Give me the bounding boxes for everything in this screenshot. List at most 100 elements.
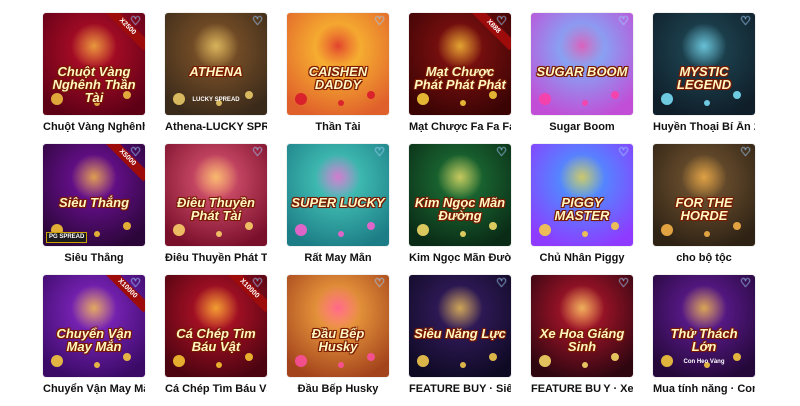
art-glow bbox=[437, 285, 483, 331]
favorite-heart-icon[interactable]: ♡ bbox=[373, 277, 386, 290]
game-art-title: Thử Thách Lớn bbox=[670, 326, 738, 354]
game-thumbnail[interactable]: ATHENA LUCKY SPREAD ♡ bbox=[165, 13, 267, 115]
game-thumbnail[interactable]: Siêu Năng Lực ♡ bbox=[409, 275, 511, 377]
art-glow bbox=[315, 154, 361, 200]
game-thumbnail[interactable]: Mạt Chược Phát Phát Phát X888 ♡ bbox=[409, 13, 511, 115]
game-art-title: FOR THE HORDE bbox=[675, 195, 733, 223]
favorite-heart-icon[interactable]: ♡ bbox=[495, 15, 508, 28]
game-thumbnail[interactable]: MYSTIC LEGEND ♡ bbox=[653, 13, 755, 115]
game-art-title: Kim Ngọc Mãn Đường bbox=[414, 195, 506, 223]
game-caption[interactable]: Rất May Mắn bbox=[287, 252, 389, 275]
art-coin bbox=[661, 224, 673, 236]
game-thumbnail[interactable]: SUPER LUCKY ♡ bbox=[287, 144, 389, 246]
favorite-heart-icon[interactable]: ♡ bbox=[617, 277, 630, 290]
favorite-heart-icon[interactable]: ♡ bbox=[739, 146, 752, 159]
game-thumbnail[interactable]: Điêu Thuyền Phát Tài ♡ bbox=[165, 144, 267, 246]
art-glow bbox=[71, 23, 117, 69]
art-glow bbox=[193, 285, 239, 331]
art-glow bbox=[559, 154, 605, 200]
game-thumbnail[interactable]: Xe Hoa Giáng Sinh ♡ bbox=[531, 275, 633, 377]
favorite-heart-icon[interactable]: ♡ bbox=[373, 146, 386, 159]
game-thumbnail[interactable]: Chuột Vàng Nghênh Thần Tài X2500 ♡ bbox=[43, 13, 145, 115]
art-glow bbox=[315, 285, 361, 331]
game-caption[interactable]: Thần Tài bbox=[287, 121, 389, 144]
game-caption[interactable]: FEATURE BUY · Siê bbox=[409, 383, 511, 406]
favorite-heart-icon[interactable]: ♡ bbox=[373, 15, 386, 28]
game-art-title: CAISHEN DADDY bbox=[308, 64, 368, 92]
favorite-heart-icon[interactable]: ♡ bbox=[495, 146, 508, 159]
provider-badge: PG SPREAD bbox=[46, 232, 88, 243]
game-art-title: Siêu Năng Lực bbox=[414, 326, 506, 341]
game-thumbnail[interactable]: CAISHEN DADDY ♡ bbox=[287, 13, 389, 115]
art-glow bbox=[681, 154, 727, 200]
art-glow bbox=[681, 285, 727, 331]
favorite-heart-icon[interactable]: ♡ bbox=[739, 277, 752, 290]
game-art-title: SUPER LUCKY bbox=[291, 195, 385, 210]
game-art-title: Điêu Thuyền Phát Tài bbox=[176, 195, 255, 223]
game-art-title: PIGGY MASTER bbox=[554, 195, 610, 223]
favorite-heart-icon[interactable]: ♡ bbox=[739, 15, 752, 28]
game-thumbnail[interactable]: Cá Chép Tìm Báu Vật X10000 ♡ bbox=[165, 275, 267, 377]
art-coin bbox=[417, 355, 429, 367]
game-caption[interactable]: Chuyển Vận May Mắ bbox=[43, 383, 145, 406]
game-thumbnail[interactable]: Kim Ngọc Mãn Đường ♡ bbox=[409, 144, 511, 246]
art-glow bbox=[71, 154, 117, 200]
game-thumbnail[interactable]: PIGGY MASTER ♡ bbox=[531, 144, 633, 246]
art-glow bbox=[193, 154, 239, 200]
game-caption[interactable]: Huyền Thoại Bí Ẩn 2 bbox=[653, 121, 755, 144]
game-caption[interactable]: Kim Ngọc Mãn Đườ bbox=[409, 252, 511, 275]
game-caption[interactable]: Cá Chép Tìm Báu Vậ bbox=[165, 383, 267, 406]
favorite-heart-icon[interactable]: ♡ bbox=[617, 146, 630, 159]
favorite-heart-icon[interactable]: ♡ bbox=[251, 15, 264, 28]
game-caption[interactable]: Sugar Boom bbox=[531, 121, 633, 144]
game-thumbnail[interactable]: Chuyển Vận May Mắn X10000 ♡ bbox=[43, 275, 145, 377]
art-coin bbox=[539, 224, 551, 236]
game-caption[interactable]: Siêu Thắng bbox=[43, 252, 145, 275]
game-art-title: MYSTIC LEGEND bbox=[676, 64, 732, 92]
game-caption[interactable]: FEATURE BU Y · Xe bbox=[531, 383, 633, 406]
game-caption[interactable]: cho bộ tộc bbox=[653, 252, 755, 275]
art-glow bbox=[437, 154, 483, 200]
game-caption[interactable]: Athena-LUCKY SPR bbox=[165, 121, 267, 144]
game-thumbnail[interactable]: FOR THE HORDE ♡ bbox=[653, 144, 755, 246]
favorite-heart-icon[interactable]: ♡ bbox=[129, 15, 142, 28]
game-caption[interactable]: Mua tính năng · Con bbox=[653, 383, 755, 406]
art-coin bbox=[417, 224, 429, 236]
favorite-heart-icon[interactable]: ♡ bbox=[251, 277, 264, 290]
game-caption[interactable]: Chuột Vàng Nghênh bbox=[43, 121, 145, 144]
art-coin bbox=[539, 93, 551, 105]
art-coin bbox=[295, 355, 307, 367]
game-grid: Chuột Vàng Nghênh Thần Tài X2500 ♡ Chuột Và… bbox=[43, 13, 755, 406]
art-glow bbox=[681, 23, 727, 69]
art-coin bbox=[417, 93, 429, 105]
game-art-subtitle: LUCKY SPREAD bbox=[192, 97, 240, 103]
favorite-heart-icon[interactable]: ♡ bbox=[495, 277, 508, 290]
art-coin bbox=[661, 93, 673, 105]
favorite-heart-icon[interactable]: ♡ bbox=[129, 146, 142, 159]
game-thumbnail[interactable]: Thử Thách Lớn Con Heo Vàng ♡ bbox=[653, 275, 755, 377]
favorite-heart-icon[interactable]: ♡ bbox=[251, 146, 264, 159]
art-glow bbox=[559, 23, 605, 69]
game-thumbnail[interactable]: Đầu Bếp Husky ♡ bbox=[287, 275, 389, 377]
art-coin bbox=[539, 355, 551, 367]
favorite-heart-icon[interactable]: ♡ bbox=[129, 277, 142, 290]
game-art-title: ATHENA bbox=[189, 64, 243, 79]
art-glow bbox=[193, 23, 239, 69]
favorite-heart-icon[interactable]: ♡ bbox=[617, 15, 630, 28]
game-thumbnail[interactable]: SUGAR BOOM ♡ bbox=[531, 13, 633, 115]
game-art-title: Xe Hoa Giáng Sinh bbox=[539, 326, 625, 354]
game-thumbnail[interactable]: Siêu Thắng X5000 PG SPREAD ♡ bbox=[43, 144, 145, 246]
game-art-title: Chuyển Vận May Mắn bbox=[56, 326, 132, 354]
art-glow bbox=[315, 23, 361, 69]
game-art-title: SUGAR BOOM bbox=[536, 64, 628, 79]
game-caption[interactable]: Mạt Chược Fa Fa Fa bbox=[409, 121, 511, 144]
art-glow bbox=[437, 23, 483, 69]
art-coin bbox=[173, 355, 185, 367]
game-caption[interactable]: Đầu Bếp Husky bbox=[287, 383, 389, 406]
game-caption[interactable]: Chủ Nhân Piggy bbox=[531, 252, 633, 275]
art-glow bbox=[559, 285, 605, 331]
game-caption[interactable]: Điêu Thuyền Phát T bbox=[165, 252, 267, 275]
game-art-title: Chuột Vàng Nghênh Thần Tài bbox=[52, 64, 136, 105]
art-coin bbox=[295, 224, 307, 236]
game-art-title: Cá Chép Tìm Báu Vật bbox=[176, 326, 256, 354]
